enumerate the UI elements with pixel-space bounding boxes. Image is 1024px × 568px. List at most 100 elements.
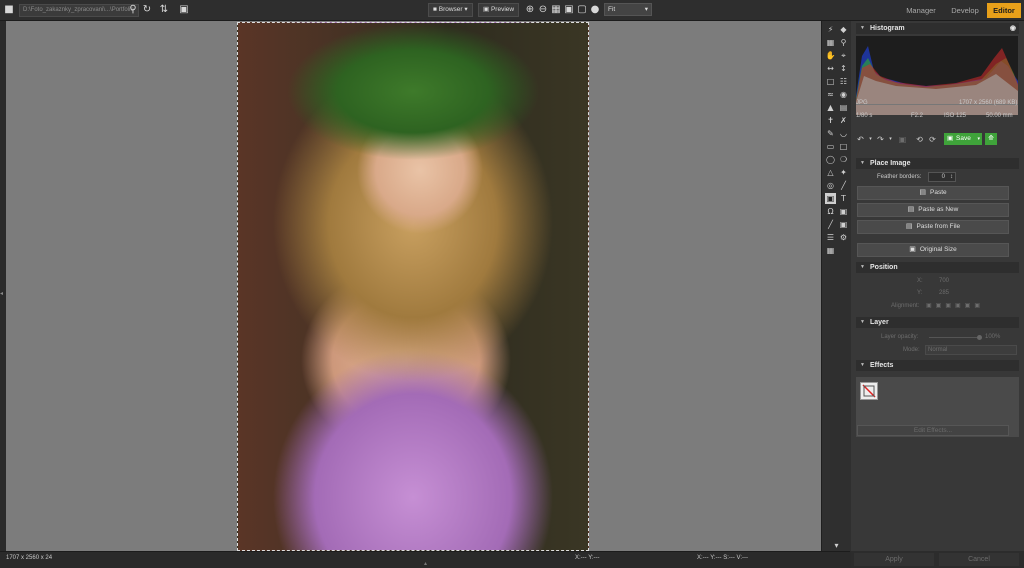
grid-icon[interactable]: ▦ xyxy=(825,37,836,48)
gradient-icon[interactable]: ▤ xyxy=(838,102,849,113)
position-header[interactable]: ▼ Position xyxy=(856,262,1019,273)
paste-new-icon: ▤ xyxy=(907,206,915,213)
clone-stamp-icon[interactable]: ▲ xyxy=(825,102,836,113)
settings-icon[interactable]: ⚙ xyxy=(838,232,849,243)
original-icon[interactable]: ▣ xyxy=(897,134,908,145)
status-bar: 1707 x 2560 x 24 X:--- Y:--- X:--- Y:---… xyxy=(0,551,850,568)
place-image-header[interactable]: ▼ Place Image xyxy=(856,158,1019,169)
eraser-icon[interactable]: ▭ xyxy=(825,141,836,152)
paste-button[interactable]: ▤ Paste xyxy=(857,186,1009,200)
bucket-icon[interactable]: ◡ xyxy=(838,128,849,139)
y-value[interactable]: 285 xyxy=(939,290,949,296)
image-canvas[interactable] xyxy=(6,21,821,551)
layers-icon[interactable]: ◆ xyxy=(838,24,849,35)
frame-icon[interactable]: □ xyxy=(825,76,836,87)
rotate-right-icon[interactable]: ⟳ xyxy=(927,134,938,145)
lock-icon[interactable]: ● xyxy=(589,4,601,16)
select-brush-icon[interactable]: ◎ xyxy=(825,180,836,191)
rect-select-icon[interactable]: □ xyxy=(838,141,849,152)
paste-from-file-button[interactable]: ▤ Paste from File xyxy=(857,220,1009,234)
x-label: X: xyxy=(917,278,923,284)
no-effect-icon xyxy=(862,384,876,398)
batch-icon[interactable]: ▦ xyxy=(825,245,836,256)
search-icon[interactable]: ⚲ xyxy=(127,4,139,16)
rotate-left-icon[interactable]: ⟲ xyxy=(914,134,925,145)
zoom-out-icon[interactable]: ⊖ xyxy=(537,4,549,16)
path-input[interactable]: D:\Foto_zakaznky_zpracovani\...\Portfoli… xyxy=(19,4,139,17)
perspective-icon[interactable]: ☷ xyxy=(838,76,849,87)
browse-folder-icon[interactable]: ■ xyxy=(3,4,15,16)
omega-icon[interactable]: Ω xyxy=(825,206,836,217)
save-disk-icon: ▣ xyxy=(947,135,954,142)
fit-screen-icon[interactable]: ▣ xyxy=(563,4,575,16)
zoom-in-icon[interactable]: ⊕ xyxy=(524,4,536,16)
brush-icon[interactable]: ✎ xyxy=(825,128,836,139)
opacity-slider[interactable] xyxy=(929,335,982,340)
curves-icon[interactable]: ≈ xyxy=(825,89,836,100)
edit-effects-button[interactable]: Edit Effects... xyxy=(857,425,1009,436)
line-tool-icon[interactable]: ╱ xyxy=(838,180,849,191)
zoom-tool-icon[interactable]: ⚲ xyxy=(838,37,849,48)
effects-header[interactable]: ▼ Effects xyxy=(856,360,1019,371)
iso: ISO 125 xyxy=(944,113,967,119)
place-image-icon[interactable]: ▣ xyxy=(825,193,836,204)
lasso-icon[interactable]: ❍ xyxy=(838,154,849,165)
slider-handle[interactable] xyxy=(977,335,982,340)
photo-image[interactable] xyxy=(237,22,589,551)
apply-button[interactable]: Apply xyxy=(854,553,934,566)
alignment-label: Alignment: xyxy=(891,303,920,309)
chevron-down-icon: ▾ xyxy=(464,6,468,13)
x-value[interactable]: 700 xyxy=(939,278,949,284)
paste-file-icon: ▤ xyxy=(905,223,913,230)
chevron-down-icon[interactable]: ▾ xyxy=(885,134,896,145)
histogram-options-icon[interactable]: ◉ xyxy=(1010,23,1016,34)
text-tool-icon[interactable]: T xyxy=(838,193,849,204)
polygon-lasso-icon[interactable]: △ xyxy=(825,167,836,178)
preview-button[interactable]: ▣ Preview xyxy=(478,3,520,17)
browser-button[interactable]: ■ Browser ▾ xyxy=(428,3,473,17)
refresh-icon[interactable]: ↻ xyxy=(141,4,153,16)
hand-tool-icon[interactable]: ✋ xyxy=(825,50,836,61)
healing-icon[interactable]: ✝ xyxy=(825,115,836,126)
scroll-down-icon[interactable]: ▾ xyxy=(831,540,842,551)
color-readout: X:--- Y:--- S:--- V:--- xyxy=(697,555,748,561)
folder-icon: ■ xyxy=(433,6,437,13)
straighten-icon[interactable]: ↕ xyxy=(838,63,849,74)
sort-icon[interactable]: ⇅ xyxy=(158,4,170,16)
layer-header[interactable]: ▼ Layer xyxy=(856,317,1019,328)
tab-develop[interactable]: Develop xyxy=(946,3,984,18)
zoom-select[interactable]: Fit ▾ xyxy=(604,3,652,16)
watermark-icon[interactable]: ▣ xyxy=(838,219,849,230)
save-button[interactable]: ▣ Save ▾ xyxy=(944,133,982,145)
red-eye-icon[interactable]: ◉ xyxy=(838,89,849,100)
crop-icon[interactable]: ⌖ xyxy=(838,50,849,61)
tab-editor[interactable]: Editor xyxy=(987,3,1021,18)
new-folder-icon[interactable]: ▣ xyxy=(178,4,190,16)
stepper-icon[interactable]: ↕ xyxy=(950,174,953,180)
no-effect-thumbnail[interactable] xyxy=(860,382,878,400)
paste-as-new-button[interactable]: ▤ Paste as New xyxy=(857,203,1009,217)
collapse-left-icon[interactable]: ◂ xyxy=(0,290,6,300)
tab-manager[interactable]: Manager xyxy=(900,3,942,18)
aperture: F2.2 xyxy=(911,113,924,119)
feather-input[interactable]: 0 ↕ xyxy=(928,172,956,182)
list-icon[interactable]: ☰ xyxy=(825,232,836,243)
quick-fix-icon[interactable]: ⚡ xyxy=(825,24,836,35)
share-button[interactable]: ⟰ xyxy=(985,133,997,145)
draw-line-icon[interactable]: ╱ xyxy=(825,219,836,230)
ellipse-select-icon[interactable]: ◯ xyxy=(825,154,836,165)
histogram-header[interactable]: ▼ Histogram ◉ xyxy=(856,23,1019,34)
cancel-button[interactable]: Cancel xyxy=(939,553,1019,566)
resize-icon[interactable]: ↔ xyxy=(825,63,836,74)
alignment-icons[interactable]: ▣▣▣▣▣▣ xyxy=(926,302,984,309)
mode-select[interactable]: Normal xyxy=(925,345,1017,355)
original-size-icon: ▣ xyxy=(909,246,916,253)
fullscreen-icon[interactable]: ▢ xyxy=(576,4,588,16)
shape-icon[interactable]: ▣ xyxy=(838,206,849,217)
magic-wand-icon[interactable]: ✦ xyxy=(838,167,849,178)
expand-bottom-icon[interactable]: ▴ xyxy=(424,560,427,567)
retouch-icon[interactable]: ✗ xyxy=(838,115,849,126)
original-size-button[interactable]: ▣ Original Size xyxy=(857,243,1009,257)
zoom-100-icon[interactable]: ▦ xyxy=(550,4,562,16)
collapse-triangle-icon: ▼ xyxy=(860,160,865,166)
